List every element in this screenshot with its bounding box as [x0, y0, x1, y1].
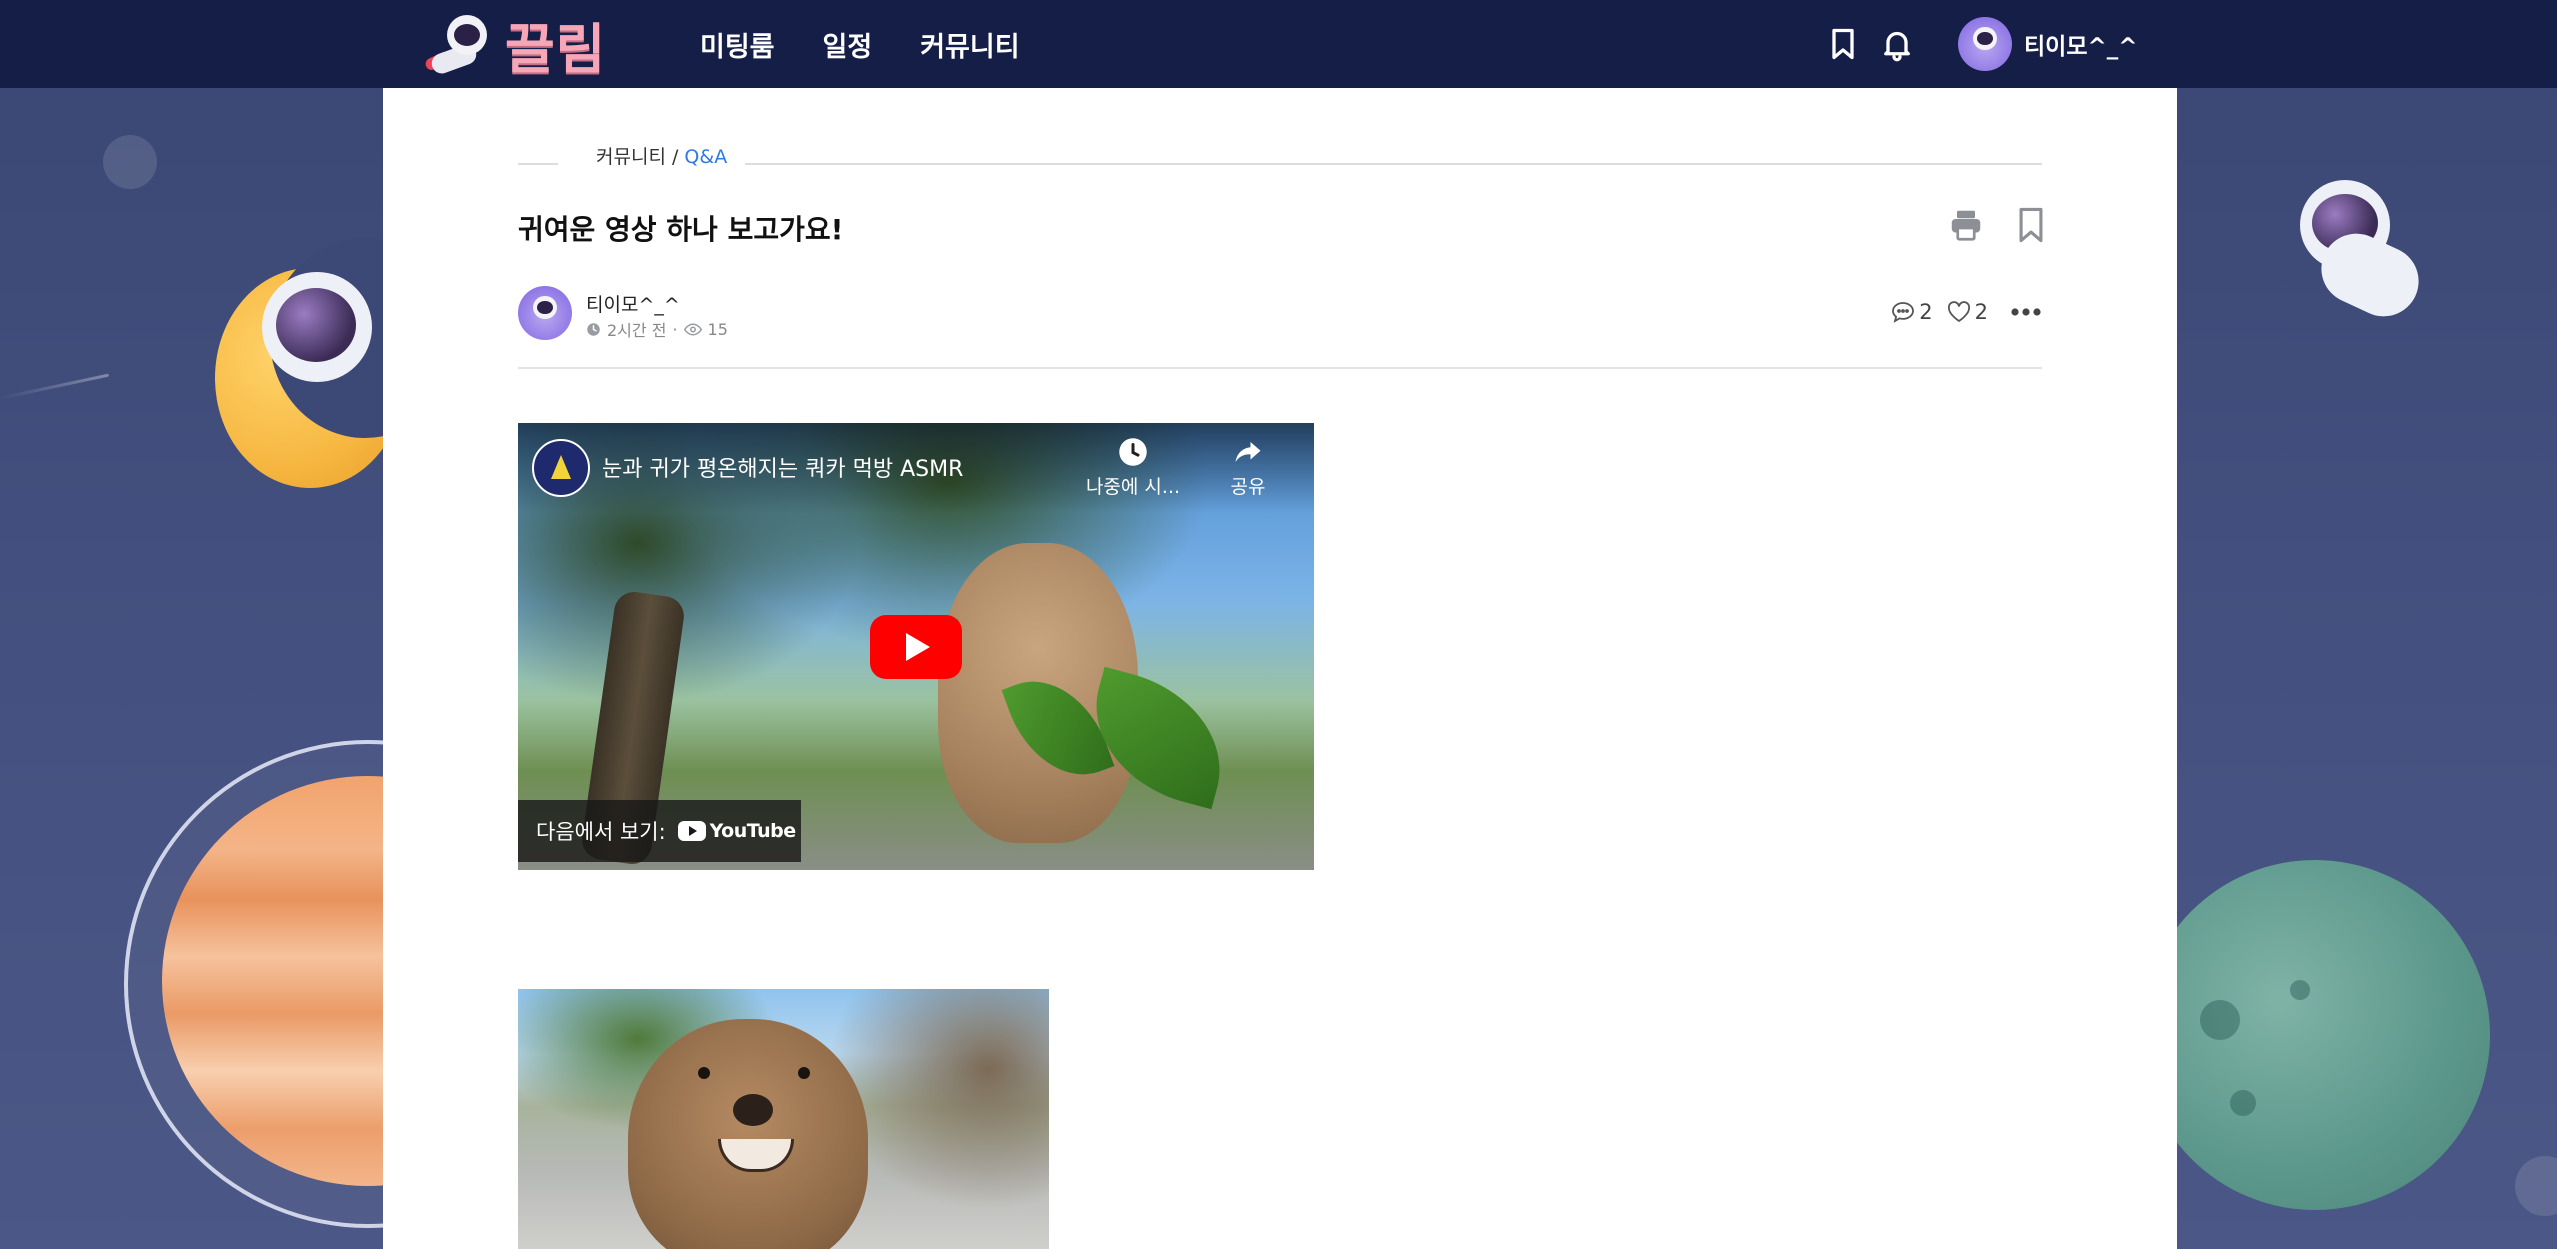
post-meta: 2시간 전 · 15 — [586, 317, 728, 341]
quokka-eye — [798, 1067, 810, 1079]
channel-avatar[interactable] — [532, 439, 590, 497]
nav-meeting-room[interactable]: 미팅룸 — [700, 25, 775, 64]
brand-logo[interactable]: 끌림 — [423, 6, 607, 82]
embedded-video[interactable]: 눈과 귀가 평온해지는 쿼카 먹방 ASMR 나중에 시... 공유 다음에서 … — [518, 423, 1314, 870]
main-nav: 미팅룸 일정 커뮤니티 — [700, 0, 1020, 88]
meta-separator: · — [672, 319, 678, 339]
breadcrumb-section[interactable]: 커뮤니티 — [596, 146, 666, 168]
quokka-eye — [698, 1067, 710, 1079]
watch-later-button[interactable]: 나중에 시... — [1078, 437, 1188, 499]
share-label: 공유 — [1230, 476, 1266, 498]
top-navigation-bar: 끌림 미팅룸 일정 커뮤니티 티이모^_^ — [0, 0, 2557, 88]
eye-icon — [683, 322, 702, 336]
breadcrumb-row: 커뮤니티 / Q&A — [518, 142, 2042, 172]
planet-crater — [2290, 980, 2310, 1000]
nav-schedule[interactable]: 일정 — [823, 25, 873, 64]
more-icon[interactable] — [2010, 307, 2042, 317]
astronaut-logo-icon — [423, 9, 495, 79]
nav-community[interactable]: 커뮤니티 — [920, 25, 1019, 64]
post-header-divider — [518, 367, 2042, 369]
planet-crater — [2200, 1000, 2240, 1040]
like-count[interactable]: 2 — [1947, 300, 1988, 324]
author-name[interactable]: 티이모^_^ — [586, 290, 680, 317]
clock-icon — [587, 322, 600, 336]
post-time: 2시간 전 — [607, 321, 667, 340]
post-actions — [1948, 206, 2048, 244]
youtube-play-icon — [677, 821, 706, 841]
comment-count-value: 2 — [1919, 300, 1933, 324]
background-bubble — [103, 135, 157, 189]
post-stats: 2 2 — [1891, 300, 2042, 324]
bookmark-icon[interactable] — [1825, 26, 1861, 62]
comment-count[interactable]: 2 — [1891, 300, 1933, 324]
like-count-value: 2 — [1974, 300, 1988, 324]
print-icon[interactable] — [1948, 207, 1984, 243]
user-name: 티이모^_^ — [2024, 34, 2138, 60]
play-button[interactable] — [870, 615, 962, 679]
quokka-face — [628, 1019, 868, 1249]
heart-icon — [1947, 301, 1970, 322]
logo-helmet — [447, 15, 487, 55]
quokka-nose — [733, 1094, 773, 1126]
post-panel: 커뮤니티 / Q&A 귀여운 영상 하나 보고가요! 티이모^_^ 2시간 전 … — [383, 88, 2177, 1249]
astronaut-illustration — [262, 272, 372, 382]
watch-on-label: 다음에서 보기: — [536, 820, 666, 844]
green-planet-illustration — [2140, 860, 2490, 1210]
youtube-wordmark: YouTube — [709, 820, 796, 842]
bell-icon[interactable] — [1879, 26, 1915, 62]
watch-later-label: 나중에 시... — [1085, 476, 1181, 498]
share-button[interactable]: 공유 — [1208, 437, 1288, 499]
comment-icon — [1892, 302, 1915, 323]
astronaut-visor — [276, 288, 356, 362]
background-bubble — [2515, 1156, 2557, 1216]
video-title[interactable]: 눈과 귀가 평온해지는 쿼카 먹방 ASMR — [602, 451, 963, 483]
post-title: 귀여운 영상 하나 보고가요! — [518, 213, 844, 246]
clock-icon — [1119, 438, 1147, 466]
post-image[interactable] — [518, 989, 1049, 1249]
planet-crater — [2230, 1090, 2256, 1116]
author-avatar[interactable] — [518, 286, 572, 340]
watch-on-youtube[interactable]: 다음에서 보기: YouTube — [518, 800, 801, 862]
post-views: 15 — [707, 319, 728, 339]
youtube-logo: YouTube — [677, 820, 796, 842]
post-author-row: 티이모^_^ 2시간 전 · 15 2 2 — [518, 286, 2042, 346]
user-avatar — [1958, 17, 2012, 71]
breadcrumb-separator: / — [671, 146, 679, 168]
breadcrumb-current[interactable]: Q&A — [684, 146, 727, 168]
background-streak — [0, 373, 110, 400]
user-menu[interactable]: 티이모^_^ — [1958, 17, 2138, 71]
share-icon — [1235, 442, 1261, 462]
post-bookmark-icon[interactable] — [2014, 206, 2048, 244]
brand-name: 끌림 — [505, 17, 607, 81]
breadcrumb: 커뮤니티 / Q&A — [578, 142, 746, 172]
